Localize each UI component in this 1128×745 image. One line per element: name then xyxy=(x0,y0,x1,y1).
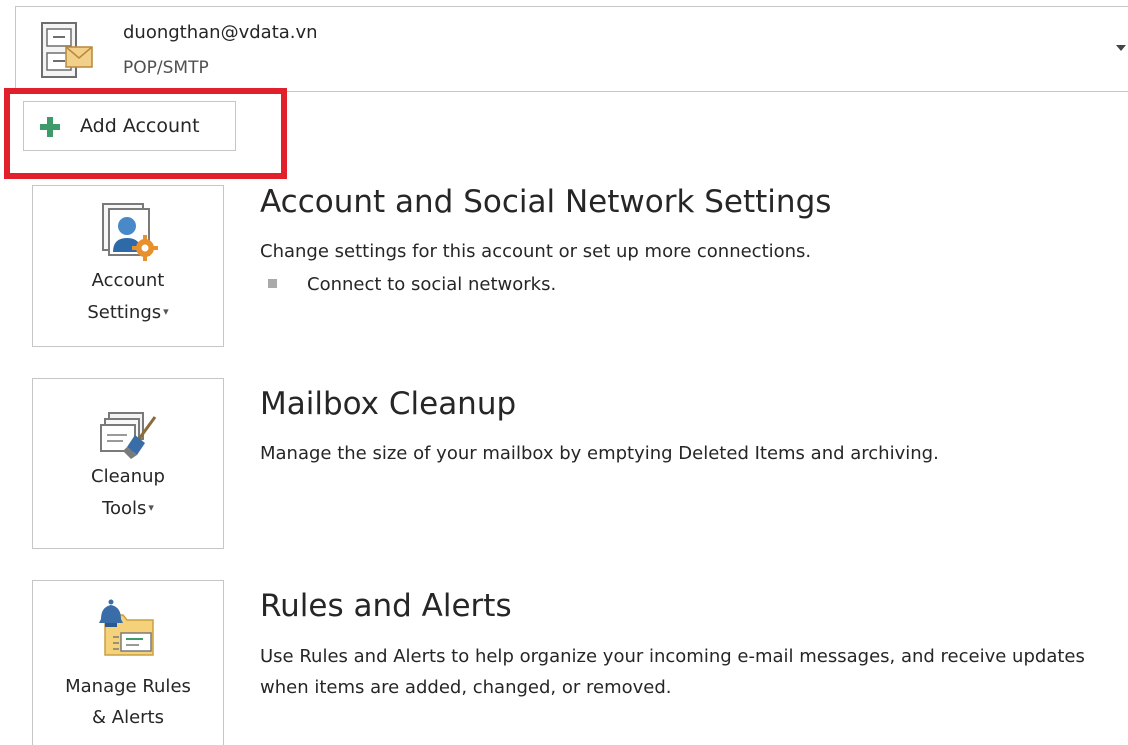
account-settings-button[interactable]: Account Settings ▾ xyxy=(32,185,224,347)
account-selector[interactable]: duongthan@vdata.vn POP/SMTP xyxy=(15,6,1128,92)
chevron-down-icon: ▾ xyxy=(148,501,154,514)
add-account-button[interactable]: Add Account xyxy=(23,101,236,151)
account-email: duongthan@vdata.vn xyxy=(123,22,318,43)
plus-icon xyxy=(40,117,60,137)
connect-social-networks-label: Connect to social networks. xyxy=(307,274,557,295)
rules-alerts-description: Use Rules and Alerts to help organize yo… xyxy=(260,646,1085,698)
folder-bell-icon xyxy=(99,599,154,656)
manage-rules-alerts-label-line2: & Alerts xyxy=(92,707,164,728)
cleanup-tools-button[interactable]: Cleanup Tools ▾ xyxy=(32,378,224,549)
cleanup-tools-label-line2: Tools ▾ xyxy=(102,498,154,519)
account-settings-label-line2: Settings ▾ xyxy=(87,302,169,323)
cleanup-tools-label-line1: Cleanup xyxy=(91,466,165,487)
account-settings-title: Account and Social Network Settings xyxy=(260,184,832,220)
chevron-down-icon[interactable] xyxy=(1114,41,1128,55)
cleanup-tools-label: Cleanup Tools ▾ xyxy=(33,461,223,524)
connect-social-networks-link[interactable]: Connect to social networks. xyxy=(268,274,556,295)
user-gear-icon xyxy=(102,203,158,261)
mailbox-cleanup-description: Manage the size of your mailbox by empty… xyxy=(260,443,939,464)
manage-rules-alerts-button[interactable]: Manage Rules & Alerts xyxy=(32,580,224,745)
manage-rules-alerts-label-line1: Manage Rules xyxy=(65,676,191,697)
account-settings-description: Change settings for this account or set … xyxy=(260,241,812,262)
chevron-down-icon: ▾ xyxy=(163,305,169,318)
account-settings-label-line1: Account xyxy=(91,270,165,291)
add-account-label: Add Account xyxy=(80,115,200,137)
account-settings-label: Account Settings ▾ xyxy=(33,265,223,328)
filing-cabinet-mail-icon xyxy=(41,22,93,78)
account-type: POP/SMTP xyxy=(123,58,209,78)
bullet-icon xyxy=(268,279,277,288)
manage-rules-alerts-label: Manage Rules & Alerts xyxy=(33,671,223,733)
mailbox-cleanup-title: Mailbox Cleanup xyxy=(260,386,517,422)
rules-alerts-title: Rules and Alerts xyxy=(260,588,512,624)
